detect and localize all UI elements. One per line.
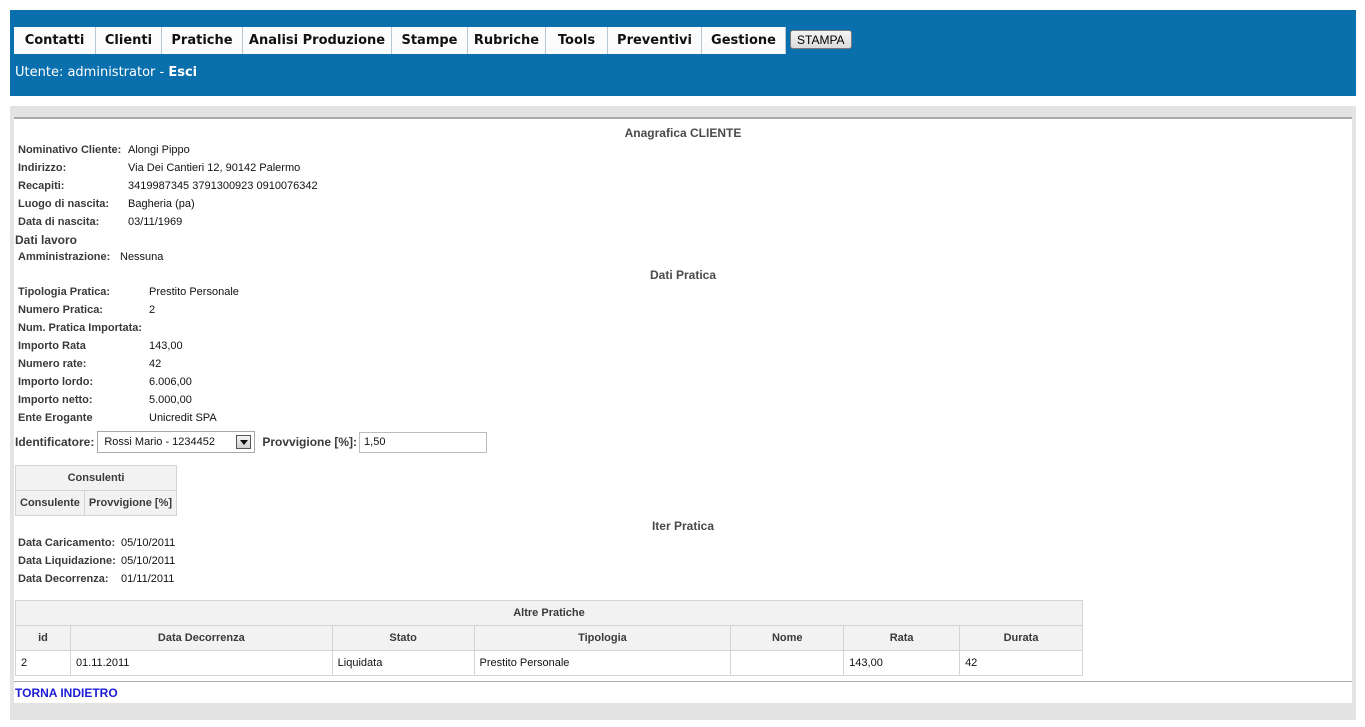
identificatore-label: Identificatore: <box>15 435 95 449</box>
field-label: Data Liquidazione: <box>18 555 116 567</box>
pratica-title: Dati Pratica <box>649 268 717 282</box>
field-value: Nessuna <box>120 251 164 263</box>
back-link[interactable]: TORNA INDIETRO <box>15 686 118 700</box>
field-value: 42 <box>149 358 162 370</box>
identificatore-row: Identificatore: Rossi Mario - 1234452 Pr… <box>15 431 488 453</box>
cell-tipologia: Prestito Personale <box>473 650 732 676</box>
cell-durata: 42 <box>959 650 1083 676</box>
menu-contatti[interactable]: Contatti <box>14 27 96 54</box>
column-header-tipologia: Tipologia <box>473 625 732 651</box>
field-value: 5.000,00 <box>149 394 192 406</box>
column-header: Provvigione [%] <box>83 490 178 516</box>
cell-stato: Liquidata <box>331 650 475 676</box>
field-label: Data Decorrenza: <box>18 573 109 585</box>
field-label: Ente Erogante <box>18 412 93 424</box>
field-value: 143,00 <box>149 340 183 352</box>
menu-pratiche[interactable]: Pratiche <box>162 27 243 54</box>
field-label: Data Caricamento: <box>18 537 116 549</box>
anagrafica-title: Anagrafica CLIENTE <box>624 126 742 140</box>
chevron-down-icon[interactable] <box>236 435 252 449</box>
field-value: 05/10/2011 <box>121 537 176 549</box>
consulenti-table: Consulenti Consulente Provvigione [%] <box>14 465 178 516</box>
field-value: 6.006,00 <box>149 376 192 388</box>
field-value: 2 <box>149 304 156 316</box>
consulenti-title: Consulenti <box>14 465 178 491</box>
content-frame: Anagrafica CLIENTE Nominativo Cliente: A… <box>10 106 1356 720</box>
altre-pratiche-table: Altre Pratiche id Data Decorrenza Stato … <box>15 600 1083 676</box>
provvigione-input[interactable]: 1,50 <box>359 431 488 453</box>
field-label: Numero Pratica: <box>18 304 103 316</box>
cell-rata: 143,00 <box>843 650 961 676</box>
identificatore-select[interactable]: Rossi Mario - 1234452 <box>97 431 256 453</box>
cell-nome <box>730 650 845 676</box>
field-value: Via Dei Cantieri 12, 90142 Palermo <box>128 162 301 174</box>
field-label: Recapiti: <box>18 180 65 192</box>
menu-analisi-produzione[interactable]: Analisi Produzione <box>243 27 392 54</box>
column-header: Consulente <box>15 490 85 516</box>
menu-stampe[interactable]: Stampe <box>392 27 468 54</box>
field-label: Importo netto: <box>18 394 93 406</box>
menu-preventivi[interactable]: Preventivi <box>608 27 702 54</box>
column-header-data-decorrenza: Data Decorrenza <box>69 625 333 651</box>
menu-gestione[interactable]: Gestione <box>702 27 786 54</box>
field-value: Prestito Personale <box>149 286 239 298</box>
field-value: 05/10/2011 <box>121 555 176 567</box>
column-header-rata: Rata <box>843 625 961 651</box>
column-header-durata: Durata <box>959 625 1083 651</box>
identificatore-value: Rossi Mario - 1234452 <box>104 436 216 448</box>
field-label: Indirizzo: <box>18 162 67 174</box>
menu-rubriche[interactable]: Rubriche <box>468 27 546 54</box>
column-header-stato: Stato <box>331 625 475 651</box>
menu-tools[interactable]: Tools <box>546 27 608 54</box>
field-label: Data di nascita: <box>18 216 100 228</box>
provvigione-label: Provvigione [%]: <box>262 435 358 449</box>
detail-panel: Anagrafica CLIENTE Nominativo Cliente: A… <box>14 117 1352 684</box>
user-info: Utente: administrator - Esci <box>15 65 197 80</box>
iter-title: Iter Pratica <box>651 519 715 533</box>
field-label: Importo Rata <box>18 340 86 352</box>
field-label: Numero rate: <box>18 358 87 370</box>
user-label: Utente: administrator - <box>15 65 169 80</box>
footer-bar: TORNA INDIETRO <box>14 681 1352 703</box>
top-header: Contatti Clienti Pratiche Analisi Produz… <box>10 10 1356 96</box>
field-label: Amministrazione: <box>18 251 111 263</box>
field-value: 01/11/2011 <box>121 573 175 585</box>
field-value: 3419987345 3791300923 0910076342 <box>128 180 318 192</box>
logout-link[interactable]: Esci <box>168 65 197 80</box>
field-value: Bagheria (pa) <box>128 198 195 210</box>
column-header-nome: Nome <box>730 625 845 651</box>
cell-id: 2 <box>15 650 71 676</box>
field-label: Nominativo Cliente: <box>18 144 122 156</box>
print-button[interactable]: STAMPA <box>790 30 852 49</box>
column-header-id: id <box>15 625 71 651</box>
work-heading: Dati lavoro <box>15 233 78 247</box>
altre-pratiche-title: Altre Pratiche <box>15 600 1083 626</box>
field-label: Tipologia Pratica: <box>18 286 111 298</box>
main-menu: Contatti Clienti Pratiche Analisi Produz… <box>14 27 852 54</box>
field-label: Importo lordo: <box>18 376 94 388</box>
field-label: Luogo di nascita: <box>18 198 110 210</box>
table-row[interactable]: 2 01.11.2011 Liquidata Prestito Personal… <box>15 650 1083 676</box>
cell-data-decorrenza: 01.11.2011 <box>69 650 333 676</box>
field-value: 03/11/1969 <box>128 216 183 228</box>
field-label: Num. Pratica Importata: <box>18 322 143 334</box>
field-value: Unicredit SPA <box>149 412 217 424</box>
field-value: Alongi Pippo <box>128 144 190 156</box>
menu-clienti[interactable]: Clienti <box>96 27 162 54</box>
